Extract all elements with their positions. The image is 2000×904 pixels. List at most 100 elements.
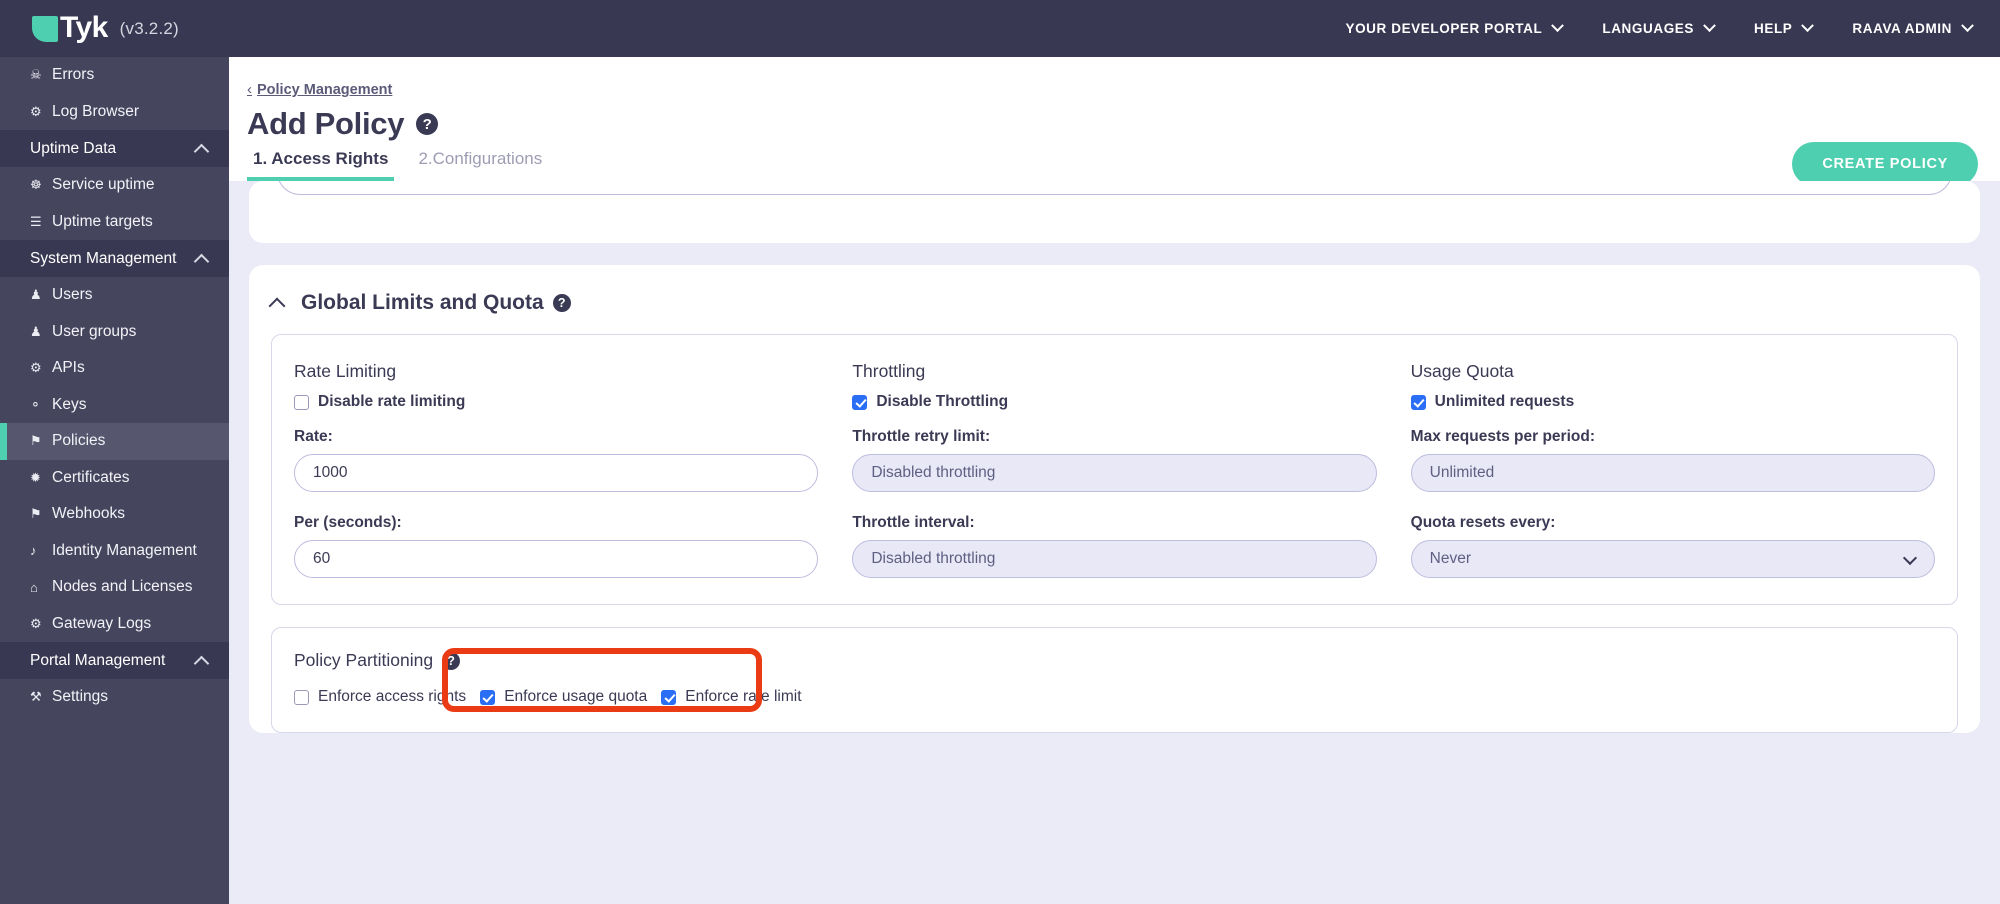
sidebar-item-label: Nodes and Licenses [52,578,193,596]
certificates-icon: ✹ [30,469,41,485]
enforce-access-rights-checkbox[interactable] [294,689,309,705]
breadcrumb-label: Policy Management [257,82,393,98]
help-icon[interactable]: ? [416,113,439,135]
sidebar-item-label: Keys [52,395,87,413]
sidebar-item-label: Policies [52,432,106,450]
sidebar-item-label: Service uptime [52,176,155,194]
bug-icon: ☠ [30,67,42,83]
enforce-rate-limit-label: Enforce rate limit [685,688,802,705]
per-seconds-input[interactable] [294,540,819,578]
unlimited-requests-checkbox[interactable] [1410,394,1426,410]
sidebar-item-gateway-logs[interactable]: ⚙ Gateway Logs [0,606,229,643]
enforce-usage-quota-row[interactable]: Enforce usage quota [480,688,647,706]
sidebar-item-certificates[interactable]: ✹ Certificates [0,460,229,497]
enforce-access-rights-row[interactable]: Enforce access rights [294,688,466,706]
policies-icon: ⚑ [30,433,42,449]
sidebar-item-label: Uptime targets [52,212,153,230]
throttle-interval-input[interactable] [852,540,1377,578]
rate-limiting-column: Rate Limiting Disable rate limiting Rate… [294,361,852,578]
sidebar-item-keys[interactable]: ⚬ Keys [0,387,229,424]
unlimited-requests-label: Unlimited requests [1434,393,1575,410]
max-requests-input[interactable] [1410,454,1935,492]
tab-bar: 1. Access Rights 2.Configurations [247,149,566,181]
sidebar-item-errors[interactable]: ☠ Errors [0,57,229,94]
sidebar-group-uptime-data[interactable]: Uptime Data [0,130,229,167]
breadcrumb[interactable]: ‹ Policy Management [247,81,392,98]
nav-user-account-label: RAAVA ADMIN [1852,21,1952,36]
chevron-up-icon [193,655,210,672]
global-limits-header: Global Limits and Quota ? [249,265,1980,315]
sidebar-item-label: Gateway Logs [52,614,152,632]
chevron-down-icon [1551,19,1565,33]
sidebar-item-label: Settings [52,688,109,706]
sidebar-item-label: Certificates [52,468,130,486]
tab-configurations[interactable]: 2.Configurations [412,149,548,181]
policy-partitioning-checkboxes: Enforce access rights Enforce usage quot… [294,688,1935,706]
enforce-rate-limit-row[interactable]: Enforce rate limit [661,688,802,706]
sidebar-group-label: System Management [30,249,177,267]
enforce-usage-quota-checkbox[interactable] [480,689,496,705]
gateway-logs-icon: ⚙ [30,615,42,631]
tyk-logo-icon [32,15,58,42]
sidebar-group-portal-management[interactable]: Portal Management [0,642,229,679]
enforce-usage-quota-label: Enforce usage quota [504,688,648,705]
disable-throttling-checkbox[interactable] [852,394,868,410]
chevron-down-icon [1961,19,1974,33]
top-navigation: YOUR DEVELOPER PORTAL LANGUAGES HELP RAA… [1305,15,2000,42]
sidebar-item-users[interactable]: ♟ Users [0,277,229,314]
nav-help[interactable]: HELP [1754,15,1815,42]
disable-rate-limiting-row[interactable]: Disable rate limiting [294,393,818,411]
service-uptime-icon: ☸ [30,177,42,193]
disable-rate-limiting-label: Disable rate limiting [318,393,466,410]
sidebar-item-label: Users [52,286,93,304]
identity-management-icon: ♪ [30,543,37,559]
sidebar-item-service-uptime[interactable]: ☸ Service uptime [0,167,229,204]
scroll-region[interactable]: Global Limits and Quota ? Rate Limiting … [229,181,2000,904]
sidebar-item-policies[interactable]: ⚑ Policies [0,423,229,460]
brand-name: Tyk [60,10,108,44]
main-content: ‹ Policy Management Add Policy ? CREATE … [229,57,2000,904]
sidebar-item-label: APIs [52,359,85,377]
collapse-chevron-up-icon[interactable] [268,297,286,314]
disable-throttling-row[interactable]: Disable Throttling [852,393,1376,411]
usage-quota-title: Usage Quota [1410,361,1514,381]
disable-rate-limiting-checkbox[interactable] [294,394,309,410]
nav-languages[interactable]: LANGUAGES [1602,15,1716,42]
sidebar-item-identity-management[interactable]: ♪ Identity Management [0,533,229,570]
help-icon[interactable]: ? [442,651,461,670]
top-bar: Tyk (v3.2.2) YOUR DEVELOPER PORTAL LANGU… [0,0,2000,57]
sidebar-item-nodes-and-licenses[interactable]: ⌂ Nodes and Licenses [0,569,229,606]
user-groups-icon: ♟ [30,323,42,339]
max-requests-label: Max requests per period: [1410,428,1595,445]
chevron-down-icon [1801,19,1815,33]
throttle-retry-limit-input[interactable] [852,454,1377,492]
apis-gear-icon: ⚙ [30,360,42,376]
quota-resets-select-wrapper [1410,540,1935,578]
create-policy-button[interactable]: CREATE POLICY [1792,142,1978,186]
sidebar-item-settings[interactable]: ⚒ Settings [0,679,229,716]
chevron-down-icon [1703,19,1716,33]
nav-developer-portal[interactable]: YOUR DEVELOPER PORTAL [1345,15,1565,42]
sidebar-item-user-groups[interactable]: ♟ User groups [0,314,229,351]
user-icon: ♟ [30,287,42,303]
enforce-rate-limit-checkbox[interactable] [661,689,677,705]
help-icon[interactable]: ? [552,294,571,312]
nav-user-account[interactable]: RAAVA ADMIN [1852,15,1974,42]
sidebar-group-system-management[interactable]: System Management [0,240,229,277]
tab-access-rights[interactable]: 1. Access Rights [247,149,395,181]
brand-logo[interactable]: Tyk (v3.2.2) [32,10,179,44]
quota-resets-select[interactable] [1410,540,1935,578]
policy-partitioning-header: Policy Partitioning ? [294,650,1935,671]
policy-partitioning-title: Policy Partitioning [294,650,434,670]
nav-help-label: HELP [1754,21,1793,36]
rate-input[interactable] [294,454,819,492]
sidebar-item-uptime-targets[interactable]: ☰ Uptime targets [0,204,229,241]
sidebar-item-webhooks[interactable]: ⚑ Webhooks [0,496,229,533]
partial-input-field[interactable] [277,181,1952,195]
unlimited-requests-row[interactable]: Unlimited requests [1410,393,1935,411]
disable-throttling-label: Disable Throttling [876,393,1009,410]
sidebar-item-apis[interactable]: ⚙ APIs [0,350,229,387]
per-seconds-label: Per (seconds): [294,514,402,531]
uptime-targets-icon: ☰ [30,213,42,229]
sidebar-item-log-browser[interactable]: ⚙ Log Browser [0,94,229,131]
